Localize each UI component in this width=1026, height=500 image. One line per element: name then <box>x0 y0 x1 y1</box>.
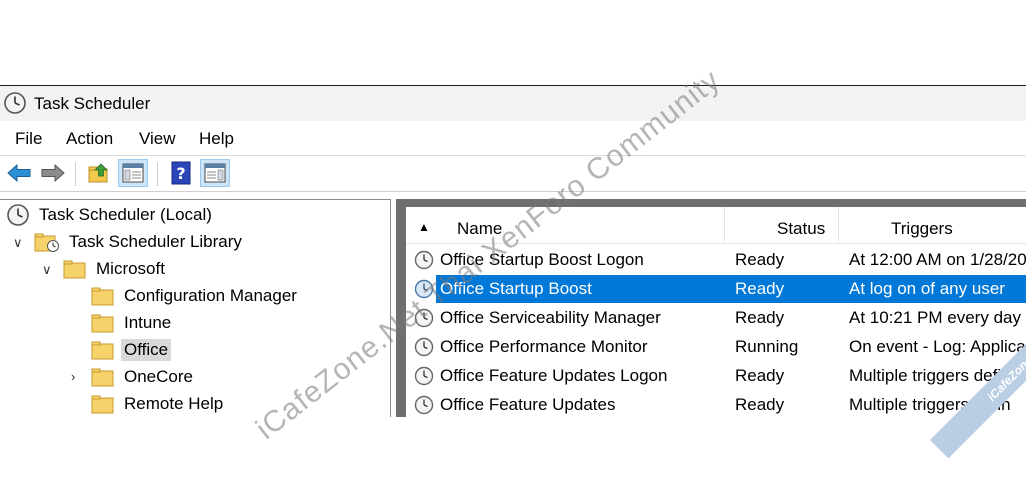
tree-item-intune[interactable]: Intune <box>91 310 174 336</box>
task-status: Running <box>735 337 799 356</box>
forward-icon <box>41 163 65 183</box>
tree-item-configuration-manager[interactable]: Configuration Manager <box>91 283 300 309</box>
task-triggers: At 10:21 PM every day - <box>849 308 1026 327</box>
table-row[interactable]: Office Performance Monitor Running On ev… <box>406 333 1026 361</box>
back-button[interactable] <box>4 159 34 187</box>
table-row[interactable]: Office Serviceability Manager Ready At 1… <box>406 304 1026 332</box>
task-name: Office Feature Updates <box>440 395 616 414</box>
menu-bar: File Action View Help <box>0 121 1026 156</box>
task-name: Office Serviceability Manager <box>440 308 661 327</box>
tree-item-label: Task Scheduler Library <box>69 232 242 251</box>
tree-item-label: Intune <box>124 313 172 332</box>
back-icon <box>7 163 31 183</box>
task-clock-icon <box>414 395 434 415</box>
task-clock-icon <box>414 337 434 357</box>
sort-ascending-icon: ▲ <box>418 220 430 234</box>
help-button[interactable]: ? <box>166 159 196 187</box>
folder-icon <box>91 287 114 306</box>
forward-button[interactable] <box>38 159 68 187</box>
tree-item-label: Office <box>121 339 172 361</box>
menu-action[interactable]: Action <box>66 129 113 149</box>
up-folder-button[interactable] <box>84 159 114 187</box>
menu-help[interactable]: Help <box>199 129 234 149</box>
task-status: Ready <box>735 308 785 327</box>
chevron-right-icon[interactable]: › <box>71 369 75 384</box>
chevron-down-icon[interactable]: ∨ <box>13 235 23 251</box>
help-icon: ? <box>171 161 191 185</box>
tree-item-label: OneCore <box>124 367 193 386</box>
folder-icon <box>91 341 114 360</box>
task-status: Ready <box>735 279 785 298</box>
task-scheduler-clock-icon <box>3 91 27 120</box>
tree-item-label: Task Scheduler (Local) <box>39 205 212 224</box>
toolbar: ? <box>0 156 1026 192</box>
task-name: Office Feature Updates Logon <box>440 366 668 385</box>
up-folder-icon <box>88 163 108 183</box>
toolbar-separator <box>75 162 76 186</box>
menu-file[interactable]: File <box>15 129 42 149</box>
table-row[interactable]: Office Feature Updates Logon Ready Multi… <box>406 362 1026 390</box>
folder-icon <box>91 368 114 387</box>
show-hide-action-pane-icon <box>204 163 226 183</box>
task-triggers: At 12:00 AM on 1/28/20 <box>849 250 1026 269</box>
folder-clock-icon <box>34 233 59 252</box>
column-divider[interactable] <box>724 207 725 243</box>
show-hide-action-pane-button[interactable] <box>200 159 230 187</box>
title-bar: Task Scheduler <box>0 86 1026 121</box>
table-row[interactable]: Office Startup Boost Ready At log on of … <box>406 275 1026 303</box>
column-divider[interactable] <box>838 207 839 243</box>
tree-item-label: Configuration Manager <box>124 286 297 305</box>
task-status: Ready <box>735 250 785 269</box>
tree-item-remote-help[interactable]: Remote Help <box>91 391 226 417</box>
show-hide-console-tree-button[interactable] <box>118 159 148 187</box>
tree-item-microsoft[interactable]: Microsoft <box>63 256 168 282</box>
tree-item-task-scheduler-local[interactable]: Task Scheduler (Local) <box>6 202 215 228</box>
task-status: Ready <box>735 366 785 385</box>
tree-item-onecore[interactable]: OneCore <box>91 364 196 390</box>
table-row[interactable]: Office Feature Updates Ready Multiple tr… <box>406 391 1026 417</box>
task-clock-icon <box>414 366 434 386</box>
tree-item-label: Microsoft <box>96 259 165 278</box>
menu-view[interactable]: View <box>139 129 176 149</box>
task-name: Office Performance Monitor <box>440 337 648 356</box>
task-status: Ready <box>735 395 785 414</box>
svg-text:?: ? <box>176 164 185 183</box>
task-clock-icon <box>414 250 434 270</box>
folder-icon <box>91 314 114 333</box>
window-title: Task Scheduler <box>34 94 151 113</box>
show-hide-console-tree-icon <box>122 163 144 183</box>
folder-icon <box>91 395 114 414</box>
chevron-down-icon[interactable]: ∨ <box>42 262 52 278</box>
toolbar-separator <box>157 162 158 186</box>
task-scheduler-clock-icon <box>7 204 29 226</box>
column-header-status[interactable]: Status <box>777 219 825 239</box>
task-triggers: On event - Log: Applica <box>849 337 1026 356</box>
task-triggers: At log on of any user <box>849 279 1005 298</box>
column-header-triggers[interactable]: Triggers <box>891 219 953 239</box>
tree-item-task-scheduler-library[interactable]: Task Scheduler Library <box>34 229 245 255</box>
folder-icon <box>63 260 86 279</box>
tree-item-office[interactable]: Office <box>91 337 172 363</box>
tree-item-label: Remote Help <box>124 394 224 413</box>
